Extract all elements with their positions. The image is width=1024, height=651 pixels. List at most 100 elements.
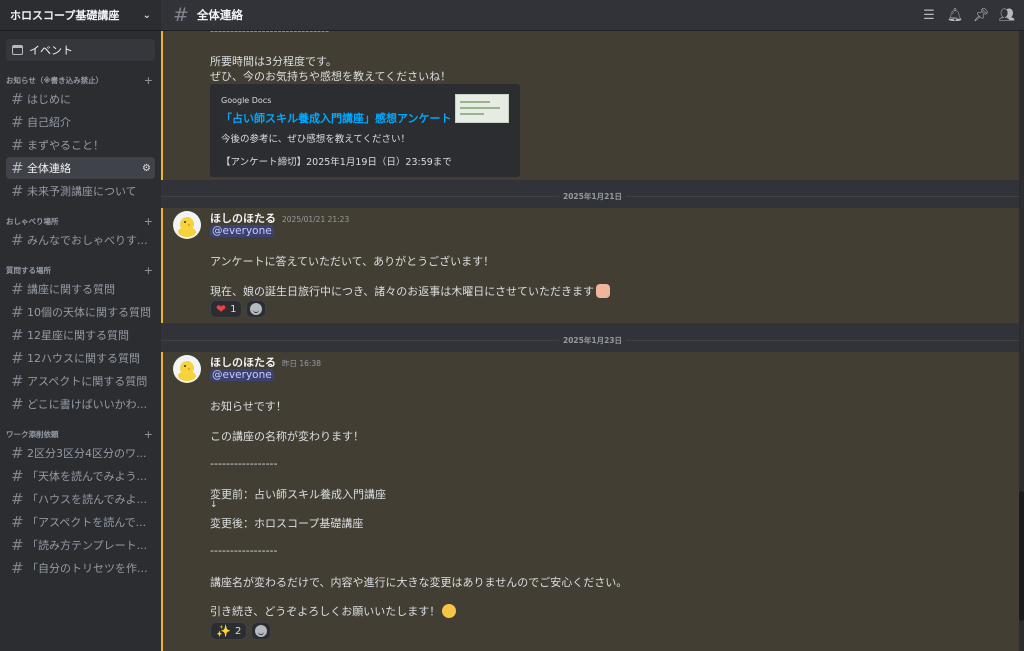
scrollbar[interactable] — [1019, 31, 1024, 651]
channel-name: 「アスペクトを読んで... — [27, 516, 147, 529]
message-text: 変更前：占い師スキル養成入門講座 — [210, 488, 386, 501]
channel-item[interactable]: #12ハウスに関する質問 — [6, 347, 155, 369]
mention-everyone[interactable]: @everyone — [210, 225, 274, 237]
embed-provider: Google Docs — [221, 96, 272, 105]
mention-everyone[interactable]: @everyone — [210, 369, 274, 381]
message-list: ------------------------------ 所要時間は3分程度… — [161, 31, 1024, 651]
header-toolbar: ☰ 🔔︎ 📌︎ 👥︎ — [922, 8, 1024, 23]
server-header[interactable]: ホロスコープ基礎講座 ⌄ — [0, 0, 161, 31]
channel-item-active[interactable]: # 全体連絡 ⚙ — [6, 157, 155, 179]
message-highlighted: ほしのほたる 2025/01/21 21:23 @everyone アンケートに答… — [161, 208, 1019, 323]
avatar[interactable] — [173, 355, 201, 383]
person-bowing-emoji — [596, 284, 611, 298]
embed-title-link[interactable]: 「占い師スキル養成入門講座」感想アンケート — [221, 110, 452, 126]
heart-icon: ❤ — [216, 302, 227, 316]
channel-item[interactable]: # 未来予測講座について — [6, 180, 155, 202]
channel-name: 自己紹介 — [27, 116, 71, 129]
reaction-sparkles[interactable]: ✨ 2 — [210, 622, 248, 640]
category-header[interactable]: ワーク添削依頼 + — [0, 427, 161, 441]
channel-sidebar: ホロスコープ基礎講座 ⌄ イベント お知らせ（※書き込み禁止） + # はじめに … — [0, 0, 161, 651]
channel-item[interactable]: # はじめに — [6, 88, 155, 110]
category-header[interactable]: お知らせ（※書き込み禁止） + — [0, 73, 161, 87]
channel-name: 10個の天体に関する質問 — [27, 306, 151, 319]
category-header[interactable]: 質問する場所 + — [0, 263, 161, 277]
channel-item[interactable]: # 自己紹介 — [6, 111, 155, 133]
category-header[interactable]: おしゃべり場所 + — [0, 214, 161, 228]
channel-name: 「自分のトリセツを作... — [27, 562, 148, 575]
date-divider-label: 2025年1月21日 — [559, 191, 627, 202]
channel-name: まずやること！ — [27, 139, 104, 152]
message-highlighted: ほしのほたる 昨日 16:38 @everyone お知らせです！ この講座の名称… — [161, 352, 1019, 651]
hash-icon: # — [11, 303, 24, 321]
message-text: 引き続き、どうぞよろしくお願いいたします！ — [210, 603, 457, 619]
date-divider-label: 2025年1月23日 — [559, 335, 627, 346]
hash-icon: # — [11, 136, 24, 154]
channel-name: アスペクトに関する質問 — [27, 375, 148, 388]
message-text: 講座名が変わるだけで、内容や進行に大きな変更はありませんのでご安心ください。 — [210, 576, 628, 589]
message-author[interactable]: ほしのほたる 2025/01/21 21:23 — [210, 210, 349, 226]
events-label: イベント — [29, 44, 73, 57]
server-name: ホロスコープ基礎講座 — [10, 9, 120, 22]
channel-item[interactable]: # どこに書けばいいかわ... — [6, 393, 155, 415]
channel-item[interactable]: # 「自分のトリセツを作... — [6, 557, 155, 579]
channel-item[interactable]: #10個の天体に関する質問 — [6, 301, 155, 323]
message-author[interactable]: ほしのほたる 昨日 16:38 — [210, 354, 321, 370]
channel-name: はじめに — [27, 93, 71, 106]
channel-header: # 全体連絡 ☰ 🔔︎ 📌︎ 👥︎ — [161, 0, 1024, 31]
pin-icon[interactable]: 📌︎ — [973, 8, 990, 23]
channel-item[interactable]: # 「アスペクトを読んで... — [6, 511, 155, 533]
link-embed[interactable]: Google Docs 「占い師スキル養成入門講座」感想アンケート 今後の参考に… — [210, 84, 520, 177]
threads-icon[interactable]: ☰ — [922, 8, 936, 23]
hash-icon: # — [11, 513, 24, 531]
calendar-icon — [12, 45, 23, 55]
events-item[interactable]: イベント — [6, 39, 155, 61]
hash-icon: # — [11, 395, 24, 413]
scrollbar-thumb[interactable] — [1019, 491, 1024, 621]
reaction-heart[interactable]: ❤ 1 — [210, 300, 243, 318]
channel-name: どこに書けばいいかわ... — [27, 398, 148, 411]
hash-icon: # — [11, 372, 24, 390]
embed-deadline: 【アンケート締切】2025年1月19日（日）23:59まで — [221, 157, 452, 168]
hash-icon: # — [11, 159, 24, 177]
hash-icon: # — [11, 280, 24, 298]
channel-name: 講座に関する質問 — [27, 283, 115, 296]
smiley-icon — [250, 303, 263, 315]
reaction-row: ❤ 1 — [210, 300, 267, 318]
channel-item[interactable]: # 「読み方テンプレート... — [6, 534, 155, 556]
add-reaction-button[interactable] — [246, 300, 267, 318]
channel-item[interactable]: #2区分3区分4区分のワ... — [6, 442, 155, 464]
message-text: この講座の名称が変わります！ — [210, 430, 364, 443]
channel-name: 「読み方テンプレート... — [27, 539, 148, 552]
channel-item[interactable]: # 「ハウスを読んでみよ... — [6, 488, 155, 510]
bell-icon[interactable]: 🔔︎ — [947, 8, 964, 23]
hash-icon: # — [11, 349, 24, 367]
add-reaction-button[interactable] — [251, 622, 272, 640]
channel-item[interactable]: #12星座に関する質問 — [6, 324, 155, 346]
member-list-icon[interactable]: 👥︎ — [999, 8, 1016, 23]
channel-item[interactable]: # 「天体を読んでみよう... — [6, 465, 155, 487]
add-channel-icon[interactable]: + — [144, 428, 153, 441]
message-text: 所要時間は3分程度です。 — [210, 55, 337, 68]
sparkles-icon: ✨ — [216, 624, 231, 638]
embed-thumbnail[interactable] — [455, 94, 509, 123]
channel-item[interactable]: # みんなでおしゃべりす... — [6, 229, 155, 251]
embed-description: 今後の参考に、ぜひ感想を教えてください！ — [221, 134, 410, 145]
message-text: 現在、娘の誕生日旅行中につき、諸々のお返事は木曜日にさせていただきます — [210, 283, 611, 299]
gear-icon[interactable]: ⚙ — [142, 163, 151, 174]
hash-icon: # — [11, 326, 24, 344]
add-channel-icon[interactable]: + — [144, 264, 153, 277]
hash-icon: # — [11, 559, 24, 577]
channel-name: 12ハウスに関する質問 — [27, 352, 140, 365]
add-channel-icon[interactable]: + — [144, 74, 153, 87]
channel-item[interactable]: # 講座に関する質問 — [6, 278, 155, 300]
hash-icon: # — [11, 536, 24, 554]
add-channel-icon[interactable]: + — [144, 215, 153, 228]
message-text: お知らせです！ — [210, 400, 287, 413]
message-timestamp: 昨日 16:38 — [282, 359, 321, 368]
channel-item[interactable]: # まずやること！ — [6, 134, 155, 156]
chevron-down-icon[interactable]: ⌄ — [143, 10, 151, 21]
channel-name: みんなでおしゃべりす... — [27, 234, 148, 247]
channel-item[interactable]: # アスペクトに関する質問 — [6, 370, 155, 392]
hash-icon: # — [11, 490, 24, 508]
avatar[interactable] — [173, 211, 201, 239]
